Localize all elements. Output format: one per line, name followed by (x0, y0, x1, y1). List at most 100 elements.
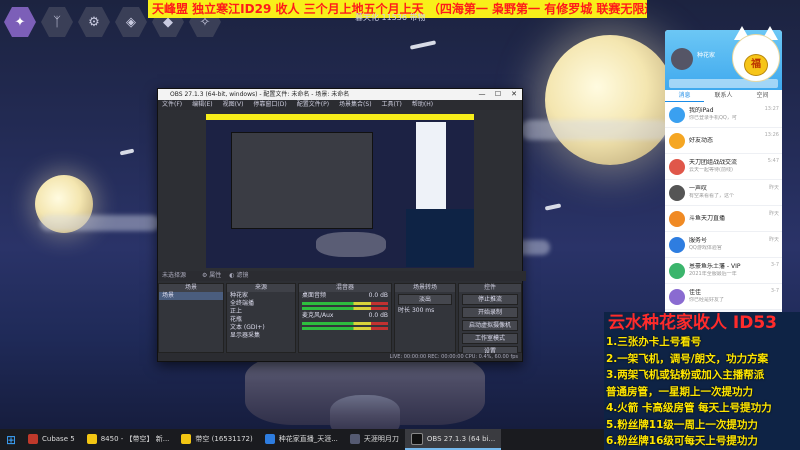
taskbar-item-stream[interactable]: 种花家直播_天涯... (259, 429, 344, 450)
shield-icon[interactable]: ◈ (115, 6, 147, 38)
folder-icon (86, 433, 97, 444)
maximize-button[interactable]: ☐ (490, 89, 506, 100)
menu-view[interactable]: 视图(V) (223, 100, 244, 110)
obs-icon (410, 432, 423, 445)
obs-title: OBS 27.1.3 (64-bit, windows) - 配置文件: 未命名… (170, 91, 350, 98)
gear-icon[interactable]: ⚙ (78, 6, 110, 38)
obs-titlebar[interactable]: OBS 27.1.3 (64-bit, windows) - 配置文件: 未命名… (158, 89, 522, 100)
source-item[interactable]: 全终端播 (227, 300, 295, 308)
list-item[interactable]: 斗鱼天刀直播 昨天 (665, 206, 782, 232)
transitions-dock: 场景转场 淡出 时长 300 ms (394, 283, 456, 353)
list-item[interactable]: 好友动态 13:26 (665, 128, 782, 154)
obs-status-bar: LIVE: 00:00:00 REC: 00:00:00 CPU: 0.4%, … (158, 353, 522, 361)
filter-icon[interactable]: ◐ (229, 272, 234, 279)
menu-file[interactable]: 文件(F) (162, 100, 182, 110)
obs-preview[interactable] (206, 114, 474, 268)
duration-input[interactable]: 300 ms (412, 307, 434, 314)
avatar[interactable] (671, 48, 693, 70)
taskbar-item-obs[interactable]: OBS 27.1.3 (64 bi... (404, 429, 502, 450)
obs-menubar: 文件(F) 编辑(E) 视图(V) 停靠窗口(D) 配置文件(P) 场景集合(S… (158, 100, 522, 110)
ipad-icon (669, 106, 685, 123)
game-subtitle: 暮天化 11536 带物 (355, 13, 426, 22)
lucky-cat-icon: 福 (728, 24, 784, 84)
taskbar: ⊞ Cubase 5 8450 - 【带空】 新... 带空 (16531172… (0, 429, 604, 450)
menu-docks[interactable]: 停靠窗口(D) (253, 100, 286, 110)
douyu-icon (669, 210, 685, 227)
scenes-dock: 场景 场景 (158, 283, 224, 353)
filters-button[interactable]: 滤镜 (236, 272, 248, 279)
feather-icon[interactable]: ᛉ (41, 6, 73, 38)
controls-dock: 控件 停止推流 开始录制 启动虚拟摄像机 工作室模式 设置 (458, 283, 522, 357)
properties-button[interactable]: 属性 (209, 272, 221, 279)
service-icon (669, 236, 685, 253)
recruit-title: 云水种花家收人 ID53 (608, 313, 778, 333)
tab-contacts[interactable]: 联系人 (704, 90, 743, 102)
avatar (669, 288, 685, 305)
close-button[interactable]: ✕ (506, 89, 522, 100)
transitions-header: 场景转场 (395, 284, 455, 292)
tab-messages[interactable]: 消息 (665, 90, 704, 102)
mixer-dock: 混音器 桌面音频 0.0 dB 麦克风/Aux 0.0 dB (298, 283, 392, 353)
menu-edit[interactable]: 编辑(E) (192, 100, 212, 110)
folder-icon (181, 433, 192, 444)
audio-meter (302, 307, 388, 310)
taskbar-item-folder[interactable]: 8450 - 【带空】 新... (81, 429, 176, 450)
transition-select[interactable]: 淡出 (398, 294, 452, 305)
windows-start-icon[interactable]: ⊞ (0, 429, 22, 450)
game-icon (349, 433, 360, 444)
scenes-header: 场景 (159, 284, 223, 292)
list-item[interactable]: 天刀团组战战交流 云天一起等待(前线) 5:47 (665, 154, 782, 180)
recruit-line: 2.一架飞机，调号/朗文，功力方案 (606, 352, 769, 365)
recruit-line: 普通房管，一星期上一次提功力 (606, 385, 753, 398)
tab-space[interactable]: 空间 (743, 90, 782, 102)
mixer-header: 混音器 (299, 284, 391, 292)
source-item[interactable]: 种花家 (227, 292, 295, 300)
obs-window[interactable]: OBS 27.1.3 (64-bit, windows) - 配置文件: 未命名… (157, 88, 526, 362)
menu-scene-collection[interactable]: 场景集合(S) (339, 100, 372, 110)
audio-meter (302, 302, 388, 305)
group-avatar-icon (669, 158, 685, 175)
scene-item[interactable]: 场景 (159, 292, 223, 300)
recruit-line: 3.两架飞机或钻粉或加入主播帮派 (606, 369, 765, 381)
source-item[interactable]: 显示器采集 (227, 332, 295, 340)
stop-streaming-button[interactable]: 停止推流 (462, 294, 518, 305)
start-recording-button[interactable]: 开始录制 (462, 307, 518, 318)
menu-profile[interactable]: 配置文件(P) (297, 100, 329, 110)
minimize-button[interactable]: — (474, 89, 490, 100)
list-item[interactable]: 恩豪鱼乐土藩 - VIP 2021年全服最后一年 3-7 (665, 258, 782, 284)
group-avatar-icon (669, 262, 685, 279)
avatar (669, 184, 685, 201)
no-source-label: 未选择源 (162, 272, 187, 279)
source-item[interactable]: 正上 (227, 308, 295, 316)
virtual-camera-button[interactable]: 启动虚拟摄像机 (462, 320, 518, 331)
obs-source-toolbar: 未选择源 ⚙ 属性 ◐ 滤镜 (158, 271, 526, 281)
recruit-line: 5.粉丝牌11级一周上一次提功力 (606, 418, 758, 431)
controls-header: 控件 (459, 284, 521, 292)
browser-icon (264, 433, 275, 444)
nav-hex-icon[interactable]: ✦ (4, 6, 36, 38)
qq-nickname: 种花家 (697, 52, 716, 59)
taskbar-item-cubase[interactable]: Cubase 5 (22, 429, 81, 450)
menu-help[interactable]: 帮助(H) (412, 100, 433, 110)
menu-tools[interactable]: 工具(T) (382, 100, 402, 110)
list-item[interactable]: 一声叹 有空来看看了，这个 昨天 (665, 180, 782, 206)
recruit-line: 1.三张办卡上号看号 (606, 336, 702, 348)
taskbar-item-game[interactable]: 天涯明月刀 (344, 429, 405, 450)
audio-meter (302, 322, 388, 325)
mixer-track-name: 桌面音频 0.0 dB (302, 292, 388, 299)
qq-tabs: 消息 联系人 空间 (665, 90, 782, 102)
taskbar-item-folder-2[interactable]: 带空 (16531172) (175, 429, 258, 450)
list-item[interactable]: 我的iPad 你已登录手机QQ，可 13:27 (665, 102, 782, 128)
list-item[interactable]: 服务号 QQ游戏体验官 昨天 (665, 232, 782, 258)
cubase-icon (28, 433, 38, 444)
recruit-line: 4.火箭 卡高级房管 每天上号提功力 (606, 402, 772, 414)
recruit-line: 6.粉丝牌16级可每天上号提功力 (606, 435, 758, 447)
studio-mode-button[interactable]: 工作室模式 (462, 333, 518, 344)
list-item[interactable]: 佳佳 你已经是好友了 3-7 (665, 284, 782, 310)
gear-icon[interactable]: ⚙ (202, 272, 207, 279)
star-icon (669, 132, 685, 149)
source-item[interactable]: 文本 (GDI+) (227, 324, 295, 332)
sources-dock: 来源 种花家 全终端播 正上 花瓶 文本 (GDI+) 显示器采集 (226, 283, 296, 353)
source-item[interactable]: 花瓶 (227, 316, 295, 324)
coin-icon: 福 (744, 54, 768, 76)
